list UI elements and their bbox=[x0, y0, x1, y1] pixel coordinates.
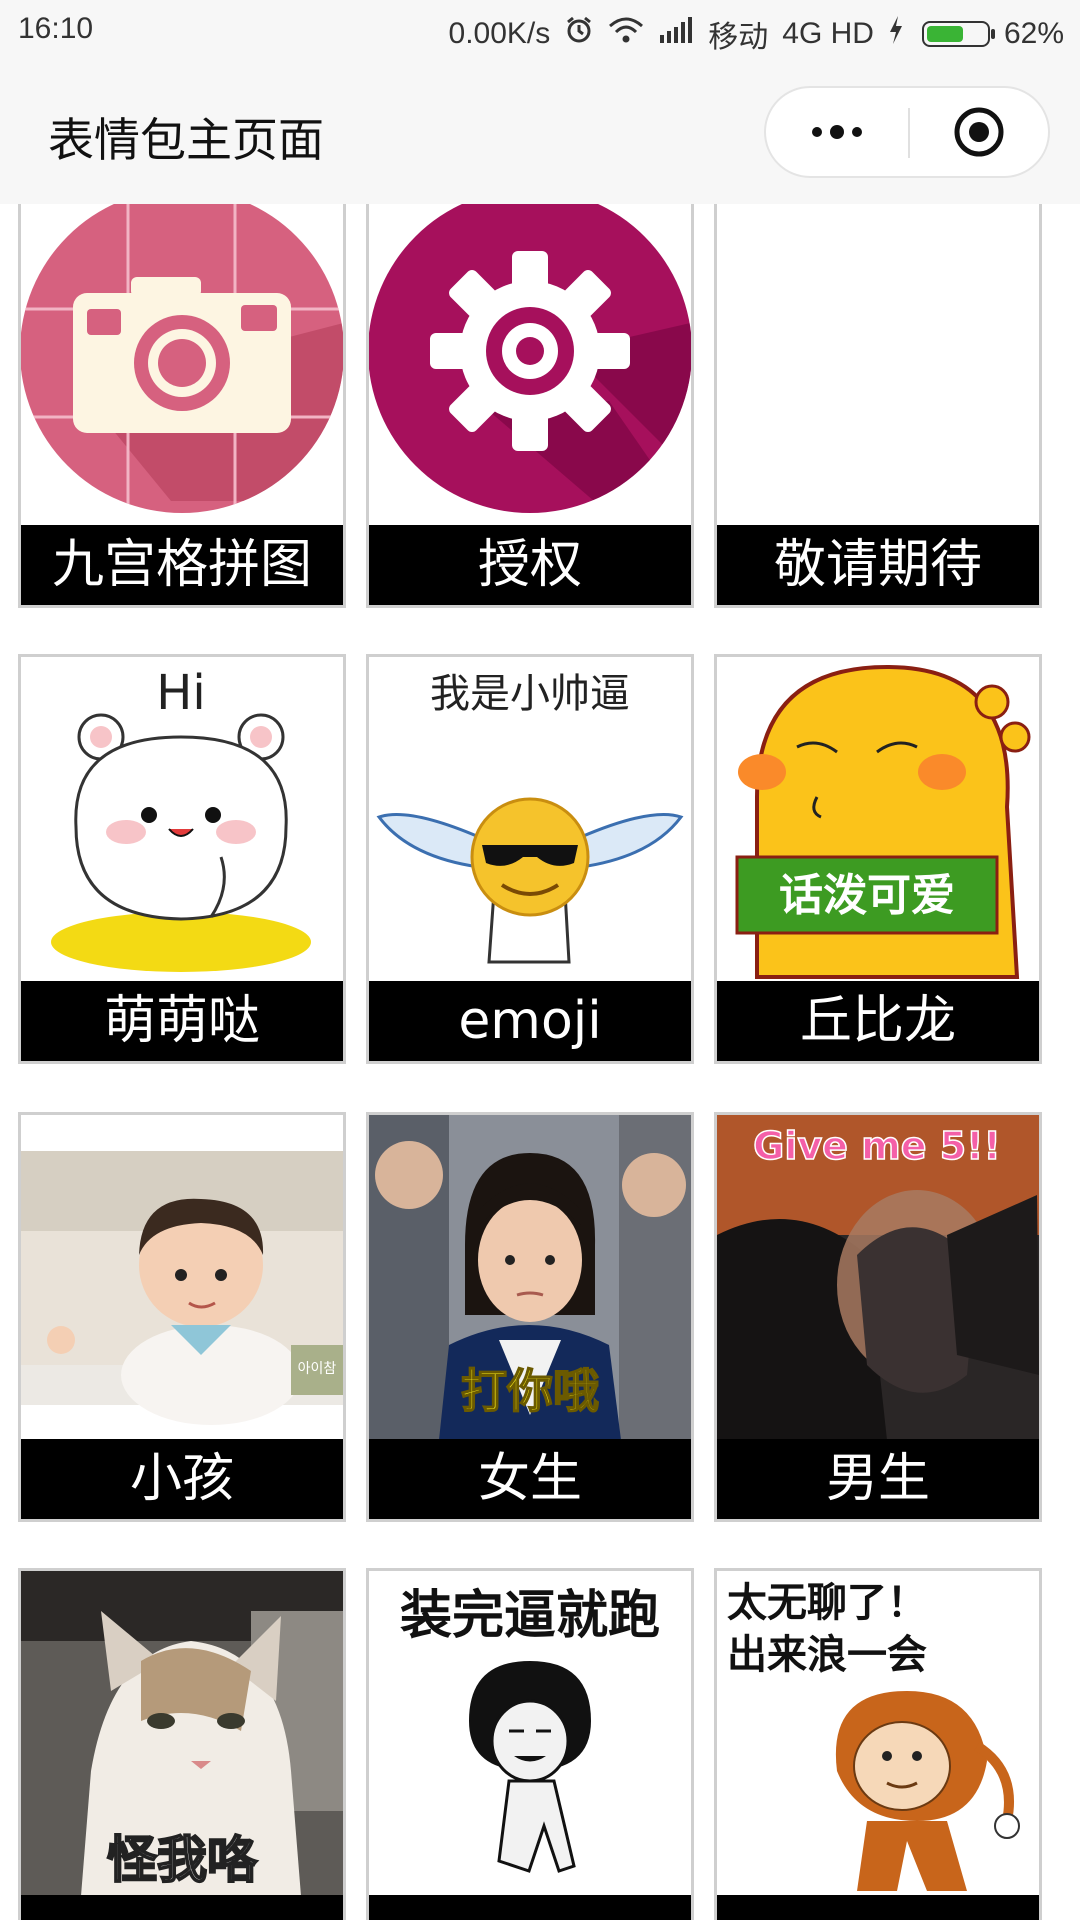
more-button[interactable] bbox=[766, 88, 908, 176]
nav-bar: 表情包主页面 bbox=[0, 62, 1080, 204]
emoji-image: 我是小帅逼 bbox=[369, 657, 691, 982]
bear-image: Hi bbox=[21, 657, 343, 982]
status-right: 0.00K/s 移动 4G HD 62% bbox=[449, 12, 1064, 56]
battery-icon bbox=[921, 21, 995, 47]
image-caption: 아이참 bbox=[298, 1361, 337, 1377]
image-caption: 话泼可爱 bbox=[779, 870, 955, 921]
tile-kids[interactable]: 아이참 小孩 bbox=[18, 1112, 346, 1522]
tile-label: 敬请期待 bbox=[717, 525, 1039, 605]
tile-show-off[interactable]: 装完逼就跑 bbox=[366, 1568, 694, 1920]
tile-label: 授权 bbox=[369, 525, 691, 605]
tile-qiubilong[interactable]: 话泼可爱 丘比龙 bbox=[714, 654, 1042, 1064]
network-type: 4G HD bbox=[782, 17, 874, 50]
image-caption: Hi bbox=[156, 665, 205, 721]
tile-label: emoji bbox=[369, 981, 691, 1061]
image-caption: 打你哦 bbox=[461, 1364, 599, 1418]
tile-label: 丘比龙 bbox=[717, 981, 1039, 1061]
tile-label: 九宫格拼图 bbox=[21, 525, 343, 605]
dragon-image: 话泼可爱 bbox=[717, 657, 1039, 982]
tile-emoji[interactable]: 我是小帅逼 emoji bbox=[366, 654, 694, 1064]
tile-coming-soon[interactable]: 敬请期待 bbox=[714, 204, 1042, 608]
tile-label: 萌萌哒 bbox=[21, 981, 343, 1061]
kid-image: 아이참 bbox=[21, 1115, 343, 1440]
mini-program-capsule bbox=[764, 86, 1050, 178]
carrier-name: 移动 bbox=[708, 21, 769, 54]
blank-image bbox=[717, 204, 1039, 526]
image-caption: 怪我咯 bbox=[107, 1831, 258, 1889]
close-mini-program-button[interactable] bbox=[910, 88, 1048, 176]
sticker-grid: 九宫格拼图 授权 敬请期待 Hi 萌萌哒 我是小帅逼 emoji 话泼可爱 丘比… bbox=[0, 204, 1080, 1920]
signal-icon bbox=[658, 17, 694, 51]
boy-image: Give me 5!! bbox=[717, 1115, 1039, 1440]
target-icon bbox=[954, 107, 1004, 157]
meme-run-image: 装完逼就跑 bbox=[369, 1571, 691, 1896]
image-caption: Give me 5!! bbox=[753, 1124, 1001, 1168]
tile-label: 小孩 bbox=[21, 1439, 343, 1519]
page-title: 表情包主页面 bbox=[48, 113, 324, 167]
tile-label: 男生 bbox=[717, 1439, 1039, 1519]
image-caption: 我是小帅逼 bbox=[430, 671, 630, 717]
charging-icon bbox=[888, 16, 904, 52]
tile-jigsaw[interactable]: 九宫格拼图 bbox=[18, 204, 346, 608]
camera-image bbox=[21, 204, 343, 526]
girl-image: 打你哦 bbox=[369, 1115, 691, 1440]
settings-image bbox=[369, 204, 691, 526]
battery-percent: 62% bbox=[1003, 17, 1064, 50]
tile-cat[interactable]: 怪我咯 bbox=[18, 1568, 346, 1920]
tile-boys[interactable]: Give me 5!! 男生 bbox=[714, 1112, 1042, 1522]
wifi-icon bbox=[608, 16, 644, 52]
image-caption: 装完逼就跑 bbox=[400, 1586, 660, 1646]
more-dots-icon bbox=[812, 125, 862, 139]
cat-image: 怪我咯 bbox=[21, 1571, 343, 1896]
tile-authorize[interactable]: 授权 bbox=[366, 204, 694, 608]
tile-cute[interactable]: Hi 萌萌哒 bbox=[18, 654, 346, 1064]
tile-label bbox=[369, 1895, 691, 1920]
tile-girls[interactable]: 打你哦 女生 bbox=[366, 1112, 694, 1522]
image-caption: 太无聊了！ 出来浪一会 bbox=[727, 1580, 927, 1678]
network-speed: 0.00K/s bbox=[448, 17, 551, 50]
monkey-image: 太无聊了！ 出来浪一会 bbox=[717, 1571, 1039, 1896]
tile-bored[interactable]: 太无聊了！ 出来浪一会 bbox=[714, 1568, 1042, 1920]
tile-label bbox=[717, 1895, 1039, 1920]
alarm-icon bbox=[564, 15, 594, 53]
tile-label bbox=[21, 1895, 343, 1920]
status-bar: 16:10 0.00K/s 移动 4G HD 62% bbox=[0, 0, 1080, 62]
tile-label: 女生 bbox=[369, 1439, 691, 1519]
status-time: 16:10 bbox=[18, 12, 94, 45]
